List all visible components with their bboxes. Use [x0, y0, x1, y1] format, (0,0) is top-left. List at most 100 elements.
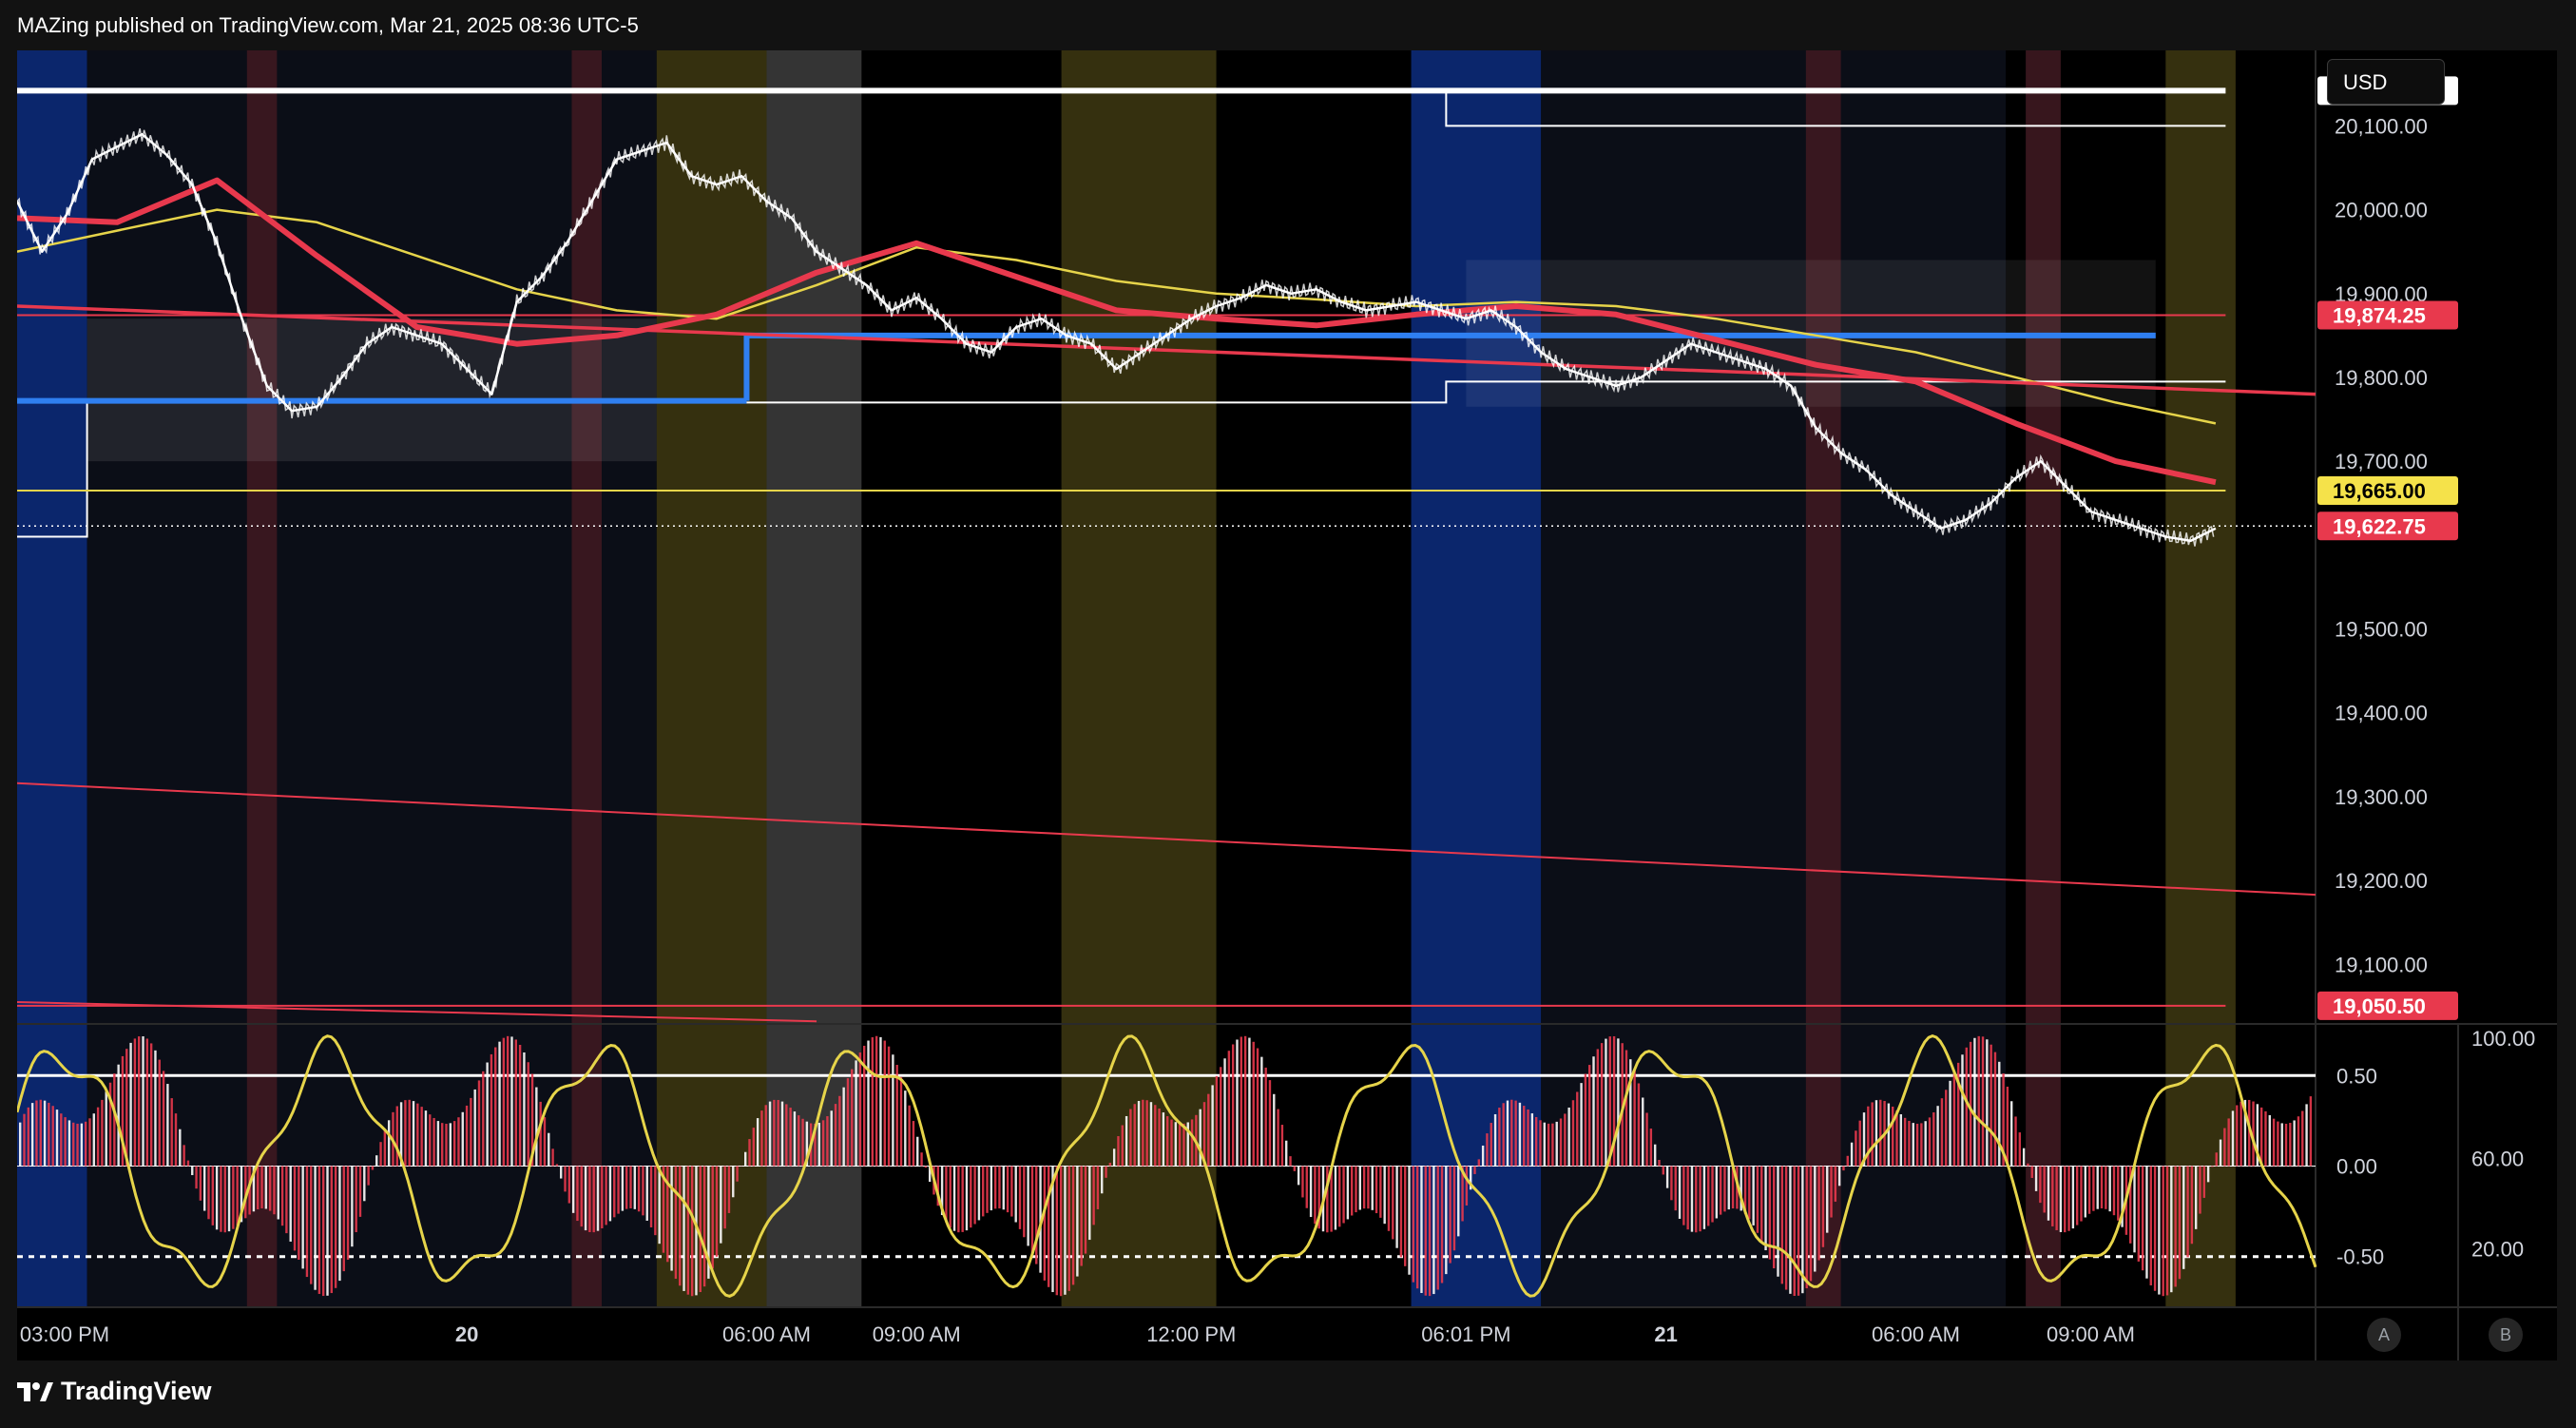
osc-histogram-bar [1752, 1166, 1755, 1225]
osc-histogram-bar [629, 1166, 632, 1209]
osc-histogram-bar [1518, 1102, 1522, 1167]
osc-histogram-bar [1404, 1166, 1407, 1266]
osc-histogram-bar [682, 1166, 685, 1291]
osc-histogram-bar [211, 1166, 215, 1225]
osc-histogram-bar [1645, 1112, 1648, 1167]
osc-histogram-bar [2309, 1096, 2313, 1167]
osc-histogram-bar [2034, 1166, 2038, 1191]
osc-histogram-bar [2010, 1101, 2013, 1167]
osc-histogram-bar [477, 1080, 481, 1167]
osc-histogram-bar [1686, 1166, 1689, 1230]
chart-frame[interactable]: 20,100.00 20,000.00 19,900.00 19,800.00 19,7… [17, 50, 2557, 1360]
osc-histogram-bar [2272, 1118, 2276, 1167]
osc-histogram-bar [202, 1166, 206, 1211]
osc-histogram-bar [654, 1166, 657, 1236]
osc-histogram-bar [1481, 1145, 1485, 1167]
osc-histogram-bar [1473, 1166, 1476, 1174]
auto-scale-button[interactable]: A [2367, 1318, 2401, 1352]
osc-histogram-bar [998, 1166, 1001, 1209]
osc-histogram-bar [1555, 1121, 1558, 1167]
osc-histogram-bar [970, 1166, 972, 1228]
log-scale-button[interactable]: B [2489, 1318, 2523, 1352]
osc-histogram-bar [608, 1166, 612, 1222]
osc-histogram-bar [2064, 1166, 2067, 1233]
osc-histogram-bar [1211, 1085, 1214, 1167]
osc-histogram-bar [1834, 1166, 1837, 1202]
price-axis-label: 19,300.00 [2335, 785, 2428, 809]
osc-histogram-bar [1867, 1106, 1870, 1167]
osc-histogram-bar [625, 1166, 628, 1209]
osc-histogram-bar [760, 1110, 763, 1167]
osc-histogram-bar [433, 1117, 435, 1167]
osc-histogram-bar [268, 1166, 272, 1211]
time-axis-label: 20 [455, 1322, 478, 1346]
osc-histogram-bar [2289, 1123, 2292, 1167]
osc-histogram-bar [301, 1166, 304, 1269]
osc-histogram-bar [2277, 1121, 2279, 1167]
osc-histogram-bar [1821, 1166, 1825, 1247]
osc-histogram-bar [842, 1087, 845, 1167]
osc-histogram-bar [1756, 1166, 1759, 1233]
osc-histogram-bar [560, 1166, 563, 1179]
osc-histogram-bar [183, 1145, 185, 1167]
osc-histogram-bar [1273, 1093, 1276, 1167]
osc-histogram-bar [1837, 1166, 1841, 1187]
osc-histogram-bar [592, 1166, 595, 1233]
osc-histogram-bar [551, 1148, 554, 1167]
osc-histogram-bar [277, 1166, 279, 1220]
currency-button[interactable]: USD [2327, 59, 2445, 105]
osc-histogram-bar [1264, 1067, 1267, 1167]
osc-histogram-bar [1940, 1098, 1944, 1167]
osc-histogram-bar [321, 1166, 325, 1297]
osc-histogram-bar [858, 1052, 862, 1167]
osc-histogram-bar [158, 1059, 161, 1167]
osc-histogram-bar [670, 1166, 673, 1271]
osc-histogram-bar [1375, 1166, 1378, 1214]
osc-histogram-bar [957, 1166, 960, 1233]
osc-histogram-bar [993, 1166, 997, 1209]
osc-histogram-bar [674, 1166, 678, 1280]
time-axis-label: 06:00 AM [722, 1322, 811, 1346]
chart-svg[interactable]: 20,100.0020,000.0019,900.0019,800.0019,7… [17, 50, 2557, 1360]
osc-histogram-bar [1166, 1116, 1169, 1167]
osc-histogram-bar [1493, 1113, 1497, 1167]
osc-histogram-bar [2133, 1166, 2136, 1253]
osc-histogram-bar [830, 1110, 833, 1167]
osc-histogram-bar [1002, 1166, 1005, 1210]
osc-histogram-bar [1719, 1166, 1722, 1215]
osc-histogram-bar [1534, 1116, 1538, 1167]
osc-histogram-bar [965, 1166, 969, 1231]
osc-histogram-bar [535, 1087, 538, 1167]
osc-histogram-bar [2112, 1166, 2116, 1216]
osc-histogram-bar [1137, 1101, 1141, 1167]
osc-histogram-bar [679, 1166, 682, 1286]
tradingview-logo-text: TradingView [61, 1377, 212, 1405]
osc-histogram-bar [793, 1111, 797, 1167]
osc-histogram-bar [1256, 1048, 1259, 1167]
osc-histogram-bar [584, 1166, 587, 1231]
osc-histogram-bar [1772, 1166, 1776, 1269]
osc-histogram-bar [1584, 1073, 1587, 1167]
osc-histogram-bar [543, 1117, 547, 1167]
osc-histogram-bar [1367, 1166, 1370, 1209]
osc-histogram-bar [1649, 1129, 1653, 1167]
osc-histogram-bar [2190, 1166, 2194, 1245]
osc-histogram-bar [1952, 1071, 1956, 1167]
osc-histogram-bar [1850, 1142, 1854, 1167]
osc-histogram-bar [1342, 1166, 1345, 1224]
osc-histogram-bar [1891, 1106, 1894, 1167]
osc-histogram-bar [1986, 1039, 1989, 1167]
osc-histogram-bar [1993, 1052, 1997, 1167]
osc-histogram-bar [1350, 1166, 1354, 1216]
price-axis-label: 20,000.00 [2335, 199, 2428, 222]
osc-histogram-bar [133, 1038, 137, 1167]
osc-histogram-bar [1945, 1090, 1948, 1167]
osc-histogram-bar [1240, 1036, 1242, 1167]
osc-histogram-bar [280, 1166, 284, 1226]
osc-histogram-bar [2268, 1114, 2271, 1167]
osc-histogram-bar [1424, 1166, 1427, 1296]
osc-histogram-bar [457, 1117, 460, 1167]
osc-histogram-bar [490, 1053, 493, 1167]
osc-histogram-bar [1268, 1080, 1272, 1167]
osc-histogram-bar [1936, 1106, 1939, 1167]
